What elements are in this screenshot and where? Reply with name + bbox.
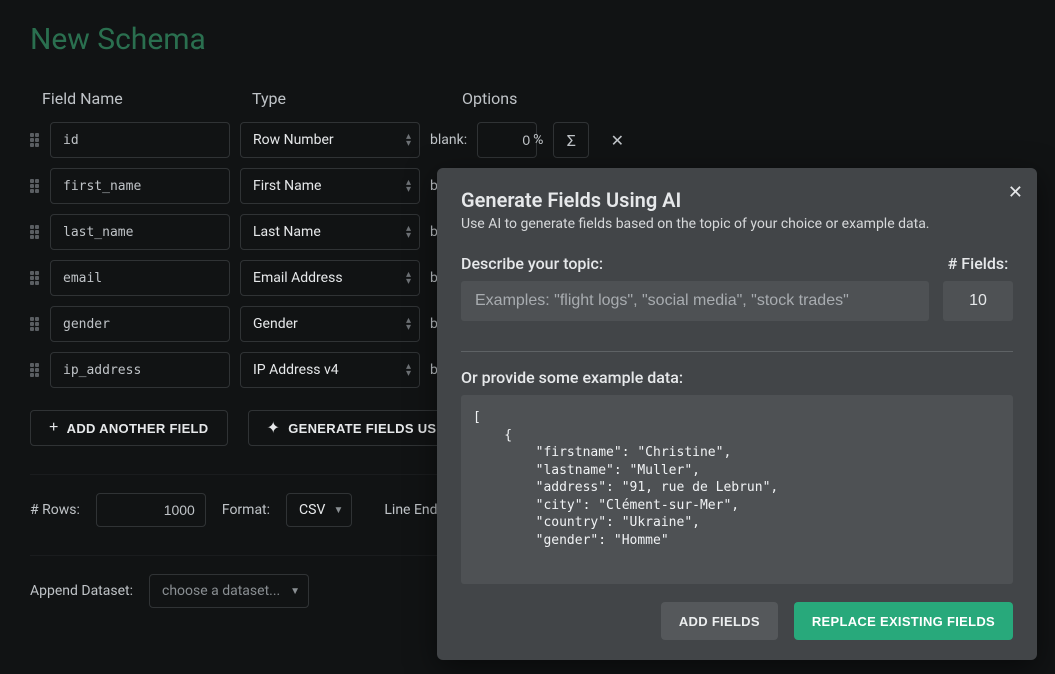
column-headers: Field Name Type Options xyxy=(30,89,1025,108)
field-name-input[interactable] xyxy=(50,168,230,204)
add-field-label: ADD ANOTHER FIELD xyxy=(67,421,209,436)
sigma-icon: Σ xyxy=(567,131,576,150)
append-dataset-select[interactable]: choose a dataset... ▼ xyxy=(149,574,309,608)
chevron-updown-icon: ▴▾ xyxy=(406,225,411,239)
type-value: Last Name xyxy=(253,224,321,240)
type-value: Gender xyxy=(253,316,298,332)
topic-label: Describe your topic: xyxy=(461,254,929,273)
generate-fields-modal: ✕ Generate Fields Using AI Use AI to gen… xyxy=(437,168,1037,660)
ai-icon: ✦ xyxy=(267,418,281,438)
schema-row: Row Number ▴▾ blank: % Σ ✕ xyxy=(30,122,1025,158)
drag-handle-icon[interactable] xyxy=(30,271,44,285)
type-value: First Name xyxy=(253,178,321,194)
format-select[interactable]: CSV ▼ xyxy=(286,493,352,527)
modal-title: Generate Fields Using AI xyxy=(461,188,1013,212)
sigma-button[interactable]: Σ xyxy=(553,122,589,158)
chevron-updown-icon: ▴▾ xyxy=(406,363,411,377)
field-name-input[interactable] xyxy=(50,260,230,296)
field-name-input[interactable] xyxy=(50,306,230,342)
caret-down-icon: ▼ xyxy=(290,586,300,597)
rows-label: # Rows: xyxy=(30,502,80,518)
type-select[interactable]: Gender ▴▾ xyxy=(240,306,420,342)
modal-subtitle: Use AI to generate fields based on the t… xyxy=(461,216,1013,232)
num-fields-label: # Fields: xyxy=(943,254,1013,273)
caret-down-icon: ▼ xyxy=(333,505,343,516)
chevron-updown-icon: ▴▾ xyxy=(406,317,411,331)
drag-handle-icon[interactable] xyxy=(30,363,44,377)
example-data-textarea[interactable]: [ { "firstname": "Christine", "lastname"… xyxy=(461,395,1013,584)
chevron-updown-icon: ▴▾ xyxy=(406,133,411,147)
plus-icon: + xyxy=(49,419,59,437)
type-select[interactable]: First Name ▴▾ xyxy=(240,168,420,204)
add-fields-button[interactable]: ADD FIELDS xyxy=(661,602,778,640)
drag-handle-icon[interactable] xyxy=(30,133,44,147)
chevron-updown-icon: ▴▾ xyxy=(406,179,411,193)
type-value: Row Number xyxy=(253,132,334,148)
topic-input[interactable] xyxy=(461,281,929,321)
chevron-updown-icon: ▴▾ xyxy=(406,271,411,285)
field-name-input[interactable] xyxy=(50,214,230,250)
type-value: Email Address xyxy=(253,270,343,286)
drag-handle-icon[interactable] xyxy=(30,179,44,193)
rows-input[interactable] xyxy=(96,493,206,527)
format-label: Format: xyxy=(222,502,270,518)
field-name-input[interactable] xyxy=(50,122,230,158)
replace-fields-button[interactable]: REPLACE EXISTING FIELDS xyxy=(794,602,1013,640)
format-value: CSV xyxy=(299,502,325,518)
example-data-label: Or provide some example data: xyxy=(461,368,1013,387)
delete-row-button[interactable]: ✕ xyxy=(599,122,635,158)
percent-label: % xyxy=(533,132,543,148)
type-select[interactable]: Last Name ▴▾ xyxy=(240,214,420,250)
blank-input[interactable] xyxy=(477,122,537,158)
type-select[interactable]: Email Address ▴▾ xyxy=(240,260,420,296)
drag-handle-icon[interactable] xyxy=(30,225,44,239)
close-icon: ✕ xyxy=(1008,182,1023,203)
close-icon: ✕ xyxy=(611,131,624,150)
type-value: IP Address v4 xyxy=(253,362,339,378)
drag-handle-icon[interactable] xyxy=(30,317,44,331)
append-dataset-label: Append Dataset: xyxy=(30,583,133,599)
add-field-button[interactable]: + ADD ANOTHER FIELD xyxy=(30,410,228,446)
field-name-input[interactable] xyxy=(50,352,230,388)
header-options: Options xyxy=(462,89,1025,108)
header-type: Type xyxy=(252,89,452,108)
type-select[interactable]: Row Number ▴▾ xyxy=(240,122,420,158)
type-select[interactable]: IP Address v4 ▴▾ xyxy=(240,352,420,388)
page-title: New Schema xyxy=(30,22,1025,57)
header-field-name: Field Name xyxy=(42,89,242,108)
blank-label: blank: xyxy=(430,132,467,148)
num-fields-input[interactable] xyxy=(943,281,1013,321)
modal-divider xyxy=(461,351,1013,352)
modal-close-button[interactable]: ✕ xyxy=(1008,182,1023,203)
append-dataset-placeholder: choose a dataset... xyxy=(162,583,280,599)
